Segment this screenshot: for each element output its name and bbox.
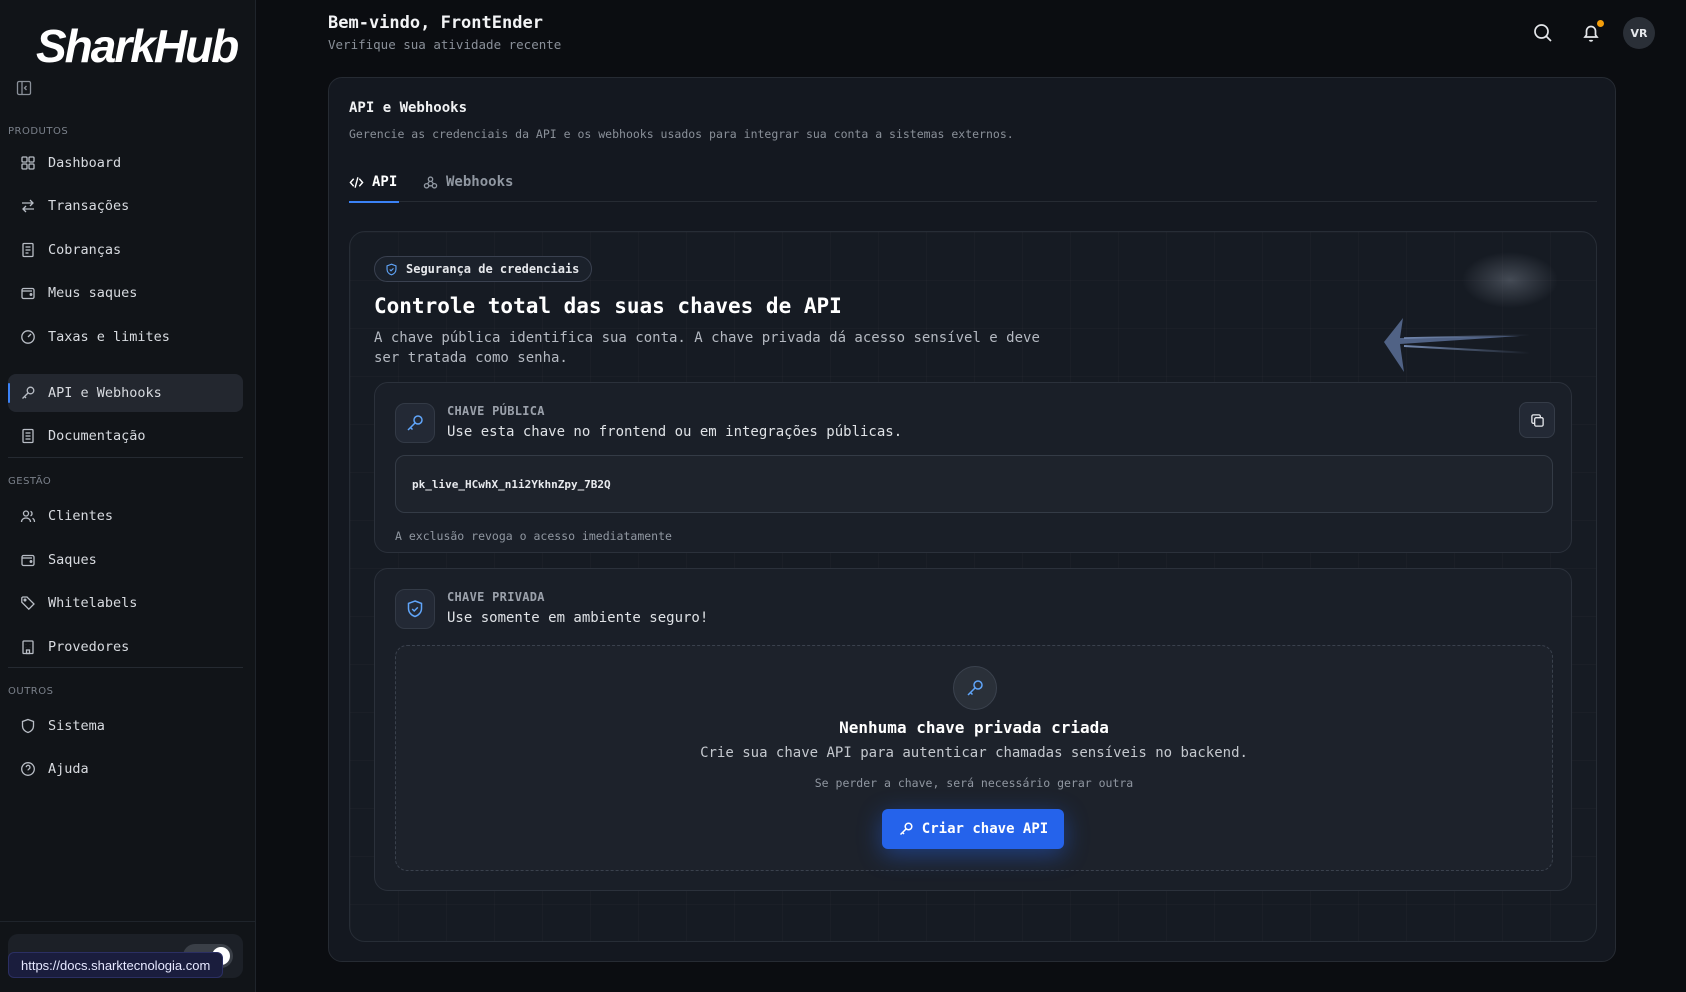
create-api-key-button[interactable]: Criar chave API <box>882 809 1064 849</box>
sidebar-item-transacoes[interactable]: Transações <box>8 187 243 225</box>
building-icon <box>20 639 36 655</box>
hero-title: Controle total das suas chaves de API <box>374 294 842 318</box>
public-key-label: CHAVE PÚBLICA <box>447 404 545 418</box>
private-key-description: Use somente em ambiente seguro! <box>447 610 709 626</box>
key-icon <box>953 666 997 710</box>
empty-state-note: Se perder a chave, será necessário gerar… <box>814 776 1134 790</box>
panel-subtitle: Gerencie as credenciais da API e os webh… <box>349 127 1014 141</box>
sidebar-divider <box>8 667 243 668</box>
api-webhooks-panel: API e Webhooks Gerencie as credenciais d… <box>328 77 1616 962</box>
sidebar-item-label: Sistema <box>48 718 105 734</box>
sidebar-item-api-webhooks[interactable]: API e Webhooks <box>8 374 243 412</box>
tab-label: API <box>372 174 398 190</box>
gauge-icon <box>20 329 36 345</box>
tab-label: Webhooks <box>446 174 514 190</box>
sidebar-item-whitelabels[interactable]: Whitelabels <box>8 584 243 622</box>
copy-button[interactable] <box>1519 402 1555 438</box>
empty-state-title: Nenhuma chave privada criada <box>839 718 1109 737</box>
empty-state: Nenhuma chave privada criada Crie sua ch… <box>395 645 1553 871</box>
sidebar-item-saques[interactable]: Saques <box>8 541 243 579</box>
sidebar-item-label: Documentação <box>48 428 146 444</box>
arrows-exchange-icon <box>20 198 36 214</box>
sidebar-item-label: Ajuda <box>48 761 89 777</box>
shield-icon <box>20 718 36 734</box>
receipt-icon <box>20 242 36 258</box>
public-key-description: Use esta chave no frontend ou em integra… <box>447 424 903 440</box>
wallet-icon <box>20 552 36 568</box>
section-label-gestao: GESTÃO <box>8 476 52 487</box>
webhook-icon <box>423 175 438 190</box>
sidebar-item-label: Clientes <box>48 508 114 524</box>
private-key-card: CHAVE PRIVADA Use somente em ambiente se… <box>374 568 1572 891</box>
sidebar-collapse-icon[interactable] <box>16 80 32 96</box>
sidebar-item-label: Dashboard <box>48 155 122 171</box>
sidebar-item-label: Taxas e limites <box>48 329 170 345</box>
hero-description: A chave pública identifica sua conta. A … <box>374 330 1040 366</box>
shark-decoration-icon <box>1384 252 1558 372</box>
tab-webhooks[interactable]: Webhooks <box>423 162 513 202</box>
search-icon[interactable] <box>1532 22 1554 44</box>
sidebar: SharkHub PRODUTOS Dashboard Transações C… <box>0 0 256 992</box>
status-url-tooltip: https://docs.sharktecnologia.com <box>8 952 224 978</box>
sidebar-item-taxas[interactable]: Taxas e limites <box>8 318 243 356</box>
public-key-value[interactable]: pk_live_HCwhX_n1i2YkhnZpy_7B2Q <box>395 455 1553 513</box>
sidebar-item-clientes[interactable]: Clientes <box>8 497 243 535</box>
api-credentials-card: Segurança de credenciais Controle total … <box>349 231 1597 942</box>
public-key-note: A exclusão revoga o acesso imediatamente <box>395 529 672 543</box>
sidebar-item-cobrancas[interactable]: Cobranças <box>8 231 243 269</box>
page-greeting-subtitle: Verifique sua atividade recente <box>328 37 562 52</box>
sidebar-item-provedores[interactable]: Provedores <box>8 628 243 666</box>
sidebar-item-sistema[interactable]: Sistema <box>8 707 243 745</box>
sidebar-item-label: API e Webhooks <box>48 385 162 401</box>
help-circle-icon <box>20 761 36 777</box>
sidebar-item-label: Whitelabels <box>48 595 138 611</box>
wallet-icon <box>20 285 36 301</box>
logo-text: SharkHub <box>36 20 239 72</box>
users-icon <box>20 508 36 524</box>
sidebar-item-label: Cobranças <box>48 242 122 258</box>
logo: SharkHub <box>36 14 239 78</box>
section-label-outros: OUTROS <box>8 686 54 697</box>
document-icon <box>20 428 36 444</box>
security-badge: Segurança de credenciais <box>374 256 593 282</box>
sidebar-divider <box>8 457 243 458</box>
private-key-label: CHAVE PRIVADA <box>447 590 545 604</box>
tab-api[interactable]: API <box>349 162 399 203</box>
key-icon <box>395 403 435 443</box>
tag-icon <box>20 595 36 611</box>
section-label-produtos: PRODUTOS <box>8 126 69 137</box>
badge-label: Segurança de credenciais <box>406 262 580 276</box>
shield-check-icon <box>385 263 398 276</box>
sidebar-divider <box>0 921 256 922</box>
sidebar-item-label: Meus saques <box>48 285 138 301</box>
sidebar-item-label: Provedores <box>48 639 130 655</box>
grid-icon <box>20 155 36 171</box>
sidebar-item-label: Saques <box>48 552 97 568</box>
empty-state-description: Crie sua chave API para autenticar chama… <box>700 745 1248 761</box>
key-icon <box>20 385 36 401</box>
key-icon <box>898 821 914 837</box>
sidebar-item-dashboard[interactable]: Dashboard <box>8 144 243 182</box>
code-icon <box>349 175 364 190</box>
sidebar-item-documentacao[interactable]: Documentação <box>8 417 243 455</box>
copy-icon <box>1530 413 1545 428</box>
page-greeting: Bem-vindo, FrontEnder <box>328 13 543 33</box>
sidebar-item-ajuda[interactable]: Ajuda <box>8 750 243 788</box>
tab-bar: API Webhooks <box>349 162 1597 203</box>
sidebar-item-label: Transações <box>48 198 130 214</box>
avatar[interactable]: VR <box>1623 17 1655 49</box>
shield-check-icon <box>395 589 435 629</box>
notification-dot <box>1597 20 1604 27</box>
public-key-card: CHAVE PÚBLICA Use esta chave no frontend… <box>374 382 1572 553</box>
create-api-key-label: Criar chave API <box>921 821 1049 837</box>
panel-title: API e Webhooks <box>349 100 468 116</box>
sidebar-item-meus-saques[interactable]: Meus saques <box>8 274 243 312</box>
